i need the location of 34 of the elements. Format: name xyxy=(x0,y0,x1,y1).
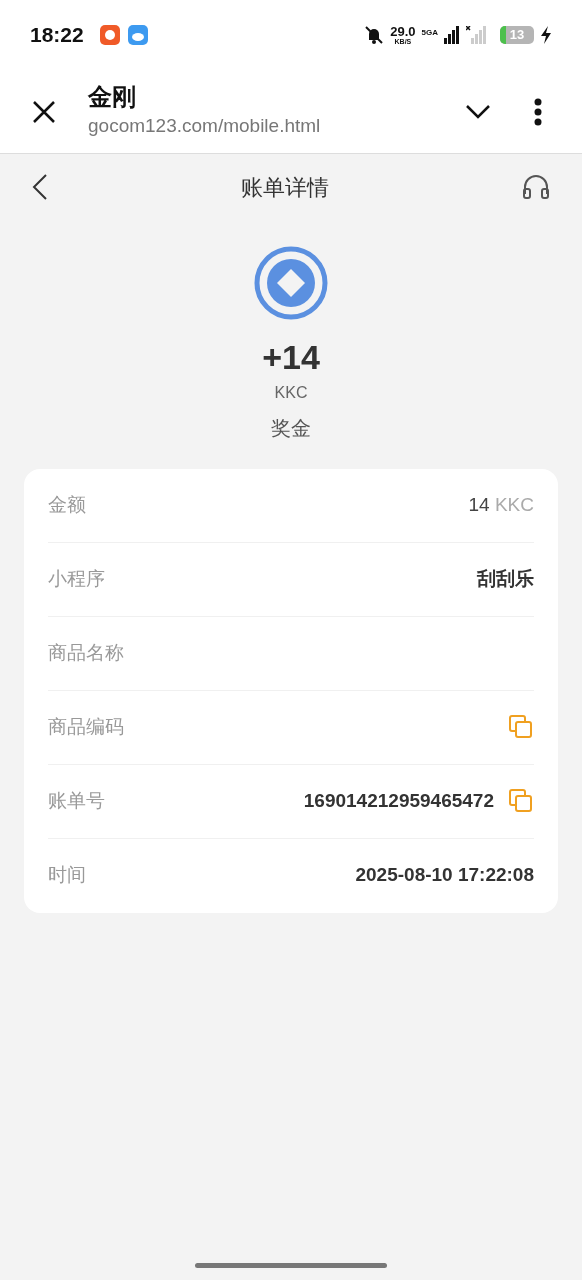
bell-off-icon xyxy=(364,25,385,45)
back-icon[interactable] xyxy=(32,173,48,201)
page-url: gocom123.com/mobile.html xyxy=(88,114,322,139)
signal-icon xyxy=(444,26,460,44)
net-speed: 29.0 xyxy=(390,25,416,38)
header-title: 账单详情 xyxy=(241,173,329,202)
weather-icon xyxy=(127,25,148,45)
detail-value: 14 KKC xyxy=(468,492,534,517)
detail-value: 2025-08-10 17:22:08 xyxy=(355,863,534,888)
copy-icon[interactable] xyxy=(508,788,534,814)
detail-label: 商品编码 xyxy=(48,714,124,739)
network-type: 5GA xyxy=(421,27,438,39)
page-title: 金刚 xyxy=(88,82,137,113)
detail-label: 金额 xyxy=(48,492,86,517)
detail-label: 商品名称 xyxy=(48,640,124,665)
app-icon xyxy=(99,25,120,45)
amount-value: +14 xyxy=(262,337,320,378)
detail-value: 刮刮乐 xyxy=(477,566,534,591)
detail-value: 169014212959465472 xyxy=(303,788,494,813)
copy-icon[interactable] xyxy=(508,714,534,740)
more-icon xyxy=(534,97,542,126)
coin-icon xyxy=(254,246,328,320)
battery-indicator: 13 xyxy=(500,26,534,44)
currency-label: KKC xyxy=(274,382,308,403)
status-time: 18:22 xyxy=(30,22,84,49)
close-icon xyxy=(32,99,56,124)
transaction-type: 奖金 xyxy=(271,415,311,441)
headset-icon[interactable] xyxy=(522,174,550,200)
detail-label: 时间 xyxy=(48,863,86,888)
signal-icon xyxy=(466,26,486,44)
detail-label: 账单号 xyxy=(48,788,105,813)
chevron-down-icon xyxy=(465,103,491,120)
detail-label: 小程序 xyxy=(48,566,105,591)
charging-icon xyxy=(540,26,552,44)
